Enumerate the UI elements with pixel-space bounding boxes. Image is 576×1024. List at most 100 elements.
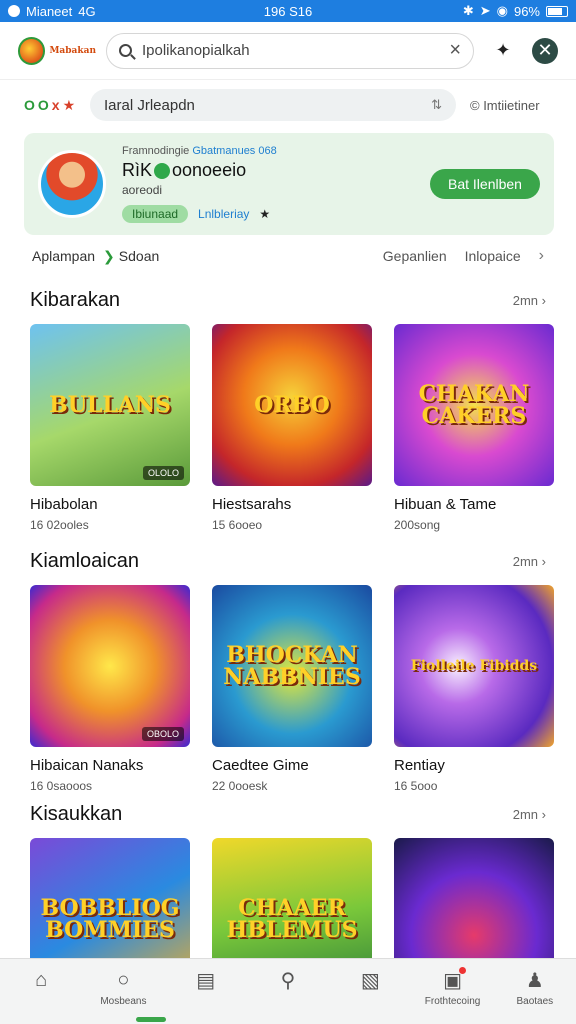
- follow-button[interactable]: Bat Ilenlben: [430, 169, 540, 199]
- wifi-icon: ◉: [496, 3, 508, 18]
- nav-label: Mosbeans: [100, 996, 147, 1007]
- pin-icon: ⚲: [280, 969, 296, 992]
- status-badge[interactable]: Ibiunaad: [122, 205, 189, 223]
- thumbnail-tag: OBOLO: [141, 727, 184, 741]
- home-indicator: [136, 1017, 166, 1022]
- game-thumbnail[interactable]: OBOLO: [30, 585, 190, 747]
- filter-chips[interactable]: O O x ★: [24, 97, 90, 114]
- network-label: 4G: [78, 3, 96, 19]
- game-card[interactable]: BULLANS OLOLO Hibabolan 16 02ooles: [30, 324, 190, 532]
- game-name: Hibaican Nanaks: [30, 757, 144, 774]
- gift-icon: ▧: [360, 969, 380, 992]
- profile-name: RìK oonoeeio: [122, 160, 362, 181]
- chevron-right-icon[interactable]: ›: [539, 247, 544, 265]
- compass-icon[interactable]: ✕: [532, 37, 558, 64]
- profile-meta: Framnodingie Gbatmanues 068: [122, 145, 362, 157]
- thumbnail-art-title: Fiolleile Fibidds: [410, 658, 538, 674]
- nav-profile[interactable]: ♟ Baotaes: [494, 967, 576, 1008]
- nav-list[interactable]: ▤: [165, 967, 247, 996]
- list-icon: ▤: [196, 969, 216, 992]
- section-more-link[interactable]: 2mn ›: [513, 293, 546, 308]
- thumbnail-tag: OLOLO: [142, 466, 184, 480]
- game-name: Hibuan & Tame: [394, 496, 497, 513]
- chip-3[interactable]: x: [52, 97, 60, 113]
- section-1: Kibarakan 2mn › BULLANS OLOLO Hibabolan …: [0, 286, 576, 532]
- game-card[interactable]: Fiolleile Fibidds Rentiay 16 5ooo: [394, 585, 554, 793]
- logo-mark-icon: [18, 36, 46, 65]
- chip-2[interactable]: O: [38, 97, 49, 113]
- app-logo[interactable]: Mabakan: [18, 36, 96, 65]
- game-name: Rentiay: [394, 757, 445, 774]
- leaf-icon: ❯: [103, 247, 115, 264]
- game-thumbnail[interactable]: CHAKAN CAKERS: [394, 324, 554, 486]
- filter-input-text: Iaral Jrleapdn: [104, 96, 195, 114]
- name-prefix: RìK: [122, 160, 153, 180]
- app-status-icon: [8, 5, 20, 17]
- thumbnail-art-title: CHAKAN CAKERS: [418, 381, 530, 429]
- game-card[interactable]: OBOLO Hibaican Nanaks 16 0saooos: [30, 585, 190, 793]
- bottom-nav: ⌂ ○ Mosbeans ▤ ⚲ ▧ ▣ Frothtecoing ♟ Baot…: [0, 958, 576, 1024]
- game-card[interactable]: ORBO Hiestsarahs 15 6ooeo: [212, 324, 372, 532]
- section-title: Kiamloaican: [30, 549, 139, 572]
- profile-subtitle: aoreodi: [122, 183, 163, 197]
- filter-input[interactable]: Iaral Jrleapdn ⇅: [90, 89, 456, 121]
- thumbnail-art-title: CHAAER HBLEMUS: [226, 895, 358, 943]
- thumbnail-art-title: ORBO: [254, 392, 330, 418]
- game-count: 200song: [394, 518, 441, 532]
- game-count: 15 6ooeo: [212, 518, 263, 532]
- nav-messages[interactable]: ○ Mosbeans: [82, 967, 164, 1008]
- section-title: Kibarakan: [30, 288, 121, 311]
- sort-icon[interactable]: ⇅: [431, 97, 442, 113]
- status-bar: Mianeet 4G 196 S16 ✱ ➤ ◉ 96%: [0, 0, 576, 22]
- filter-right-link[interactable]: © Imtiietiner: [470, 98, 540, 113]
- section-title: Kisaukkan: [30, 802, 123, 825]
- game-thumbnail[interactable]: ORBO: [212, 324, 372, 486]
- search-bar[interactable]: Ipolikanopialkah ×: [106, 32, 474, 69]
- game-name: Caedtee Gime: [212, 757, 309, 774]
- tab-right-1[interactable]: Gepanlien: [383, 248, 447, 264]
- tabs-row: Aplampan ❯ Sdoan Gepanlien Inlopaice ›: [0, 242, 576, 270]
- avatar[interactable]: [38, 150, 106, 218]
- game-card[interactable]: CHAKAN CAKERS Hibuan & Tame 200song: [394, 324, 554, 532]
- close-icon[interactable]: ×: [449, 39, 461, 62]
- tab-left[interactable]: Aplampan: [32, 248, 95, 264]
- bluetooth-icon: ✱: [462, 3, 474, 18]
- game-thumbnail[interactable]: BHOCKAN NABBNIES: [212, 585, 372, 747]
- thumbnail-art-title: BULLANS: [49, 392, 171, 418]
- tab-right-2[interactable]: Inlopaice: [465, 248, 521, 264]
- section-more-link[interactable]: 2mn ›: [513, 807, 546, 822]
- meta-prefix: Framnodingie: [122, 145, 190, 157]
- battery-percent: 96%: [513, 3, 540, 19]
- chip-1[interactable]: O: [24, 97, 35, 113]
- nav-label: Frothtecoing: [424, 996, 481, 1007]
- thumbnail-art-title: BOBBLIOG BOMMIES: [40, 895, 180, 943]
- nav-camera[interactable]: ▣ Frothtecoing: [411, 967, 493, 1007]
- section-more-link[interactable]: 2mn ›: [513, 554, 546, 569]
- name-text: oonoeeio: [172, 160, 247, 180]
- nav-home[interactable]: ⌂: [0, 967, 82, 996]
- home-icon: ⌂: [35, 968, 48, 991]
- verified-icon: [154, 162, 171, 179]
- game-name: Hiestsarahs: [212, 496, 292, 513]
- profile-link[interactable]: Lnlbleriay: [198, 207, 249, 221]
- chat-icon: ○: [117, 968, 130, 991]
- tab-left-extra[interactable]: Sdoan: [119, 248, 159, 264]
- carrier-label: Mianeet: [26, 3, 73, 19]
- trophy-icon: ★: [259, 207, 271, 221]
- star-icon[interactable]: ★: [63, 97, 76, 114]
- game-name: Hibabolan: [30, 496, 98, 513]
- friends-icon[interactable]: ✦: [490, 38, 516, 64]
- nav-pin[interactable]: ⚲: [247, 967, 329, 996]
- game-card[interactable]: BHOCKAN NABBNIES Caedtee Gime 22 0ooesk: [212, 585, 372, 793]
- nav-gift[interactable]: ▧: [329, 967, 411, 996]
- search-input[interactable]: Ipolikanopialkah: [142, 42, 250, 59]
- game-thumbnail[interactable]: BULLANS OLOLO: [30, 324, 190, 486]
- filter-row: O O x ★ Iaral Jrleapdn ⇅ © Imtiietiner: [0, 86, 576, 124]
- location-icon: ➤: [479, 3, 491, 18]
- nav-label: Baotaes: [516, 996, 554, 1007]
- game-thumbnail[interactable]: Fiolleile Fibidds: [394, 585, 554, 747]
- game-count: 16 02ooles: [30, 518, 89, 532]
- profile-icon: ♟: [525, 969, 544, 992]
- game-count: 16 5ooo: [394, 779, 438, 793]
- section-2: Kiamloaican 2mn › OBOLO Hibaican Nanaks …: [0, 547, 576, 793]
